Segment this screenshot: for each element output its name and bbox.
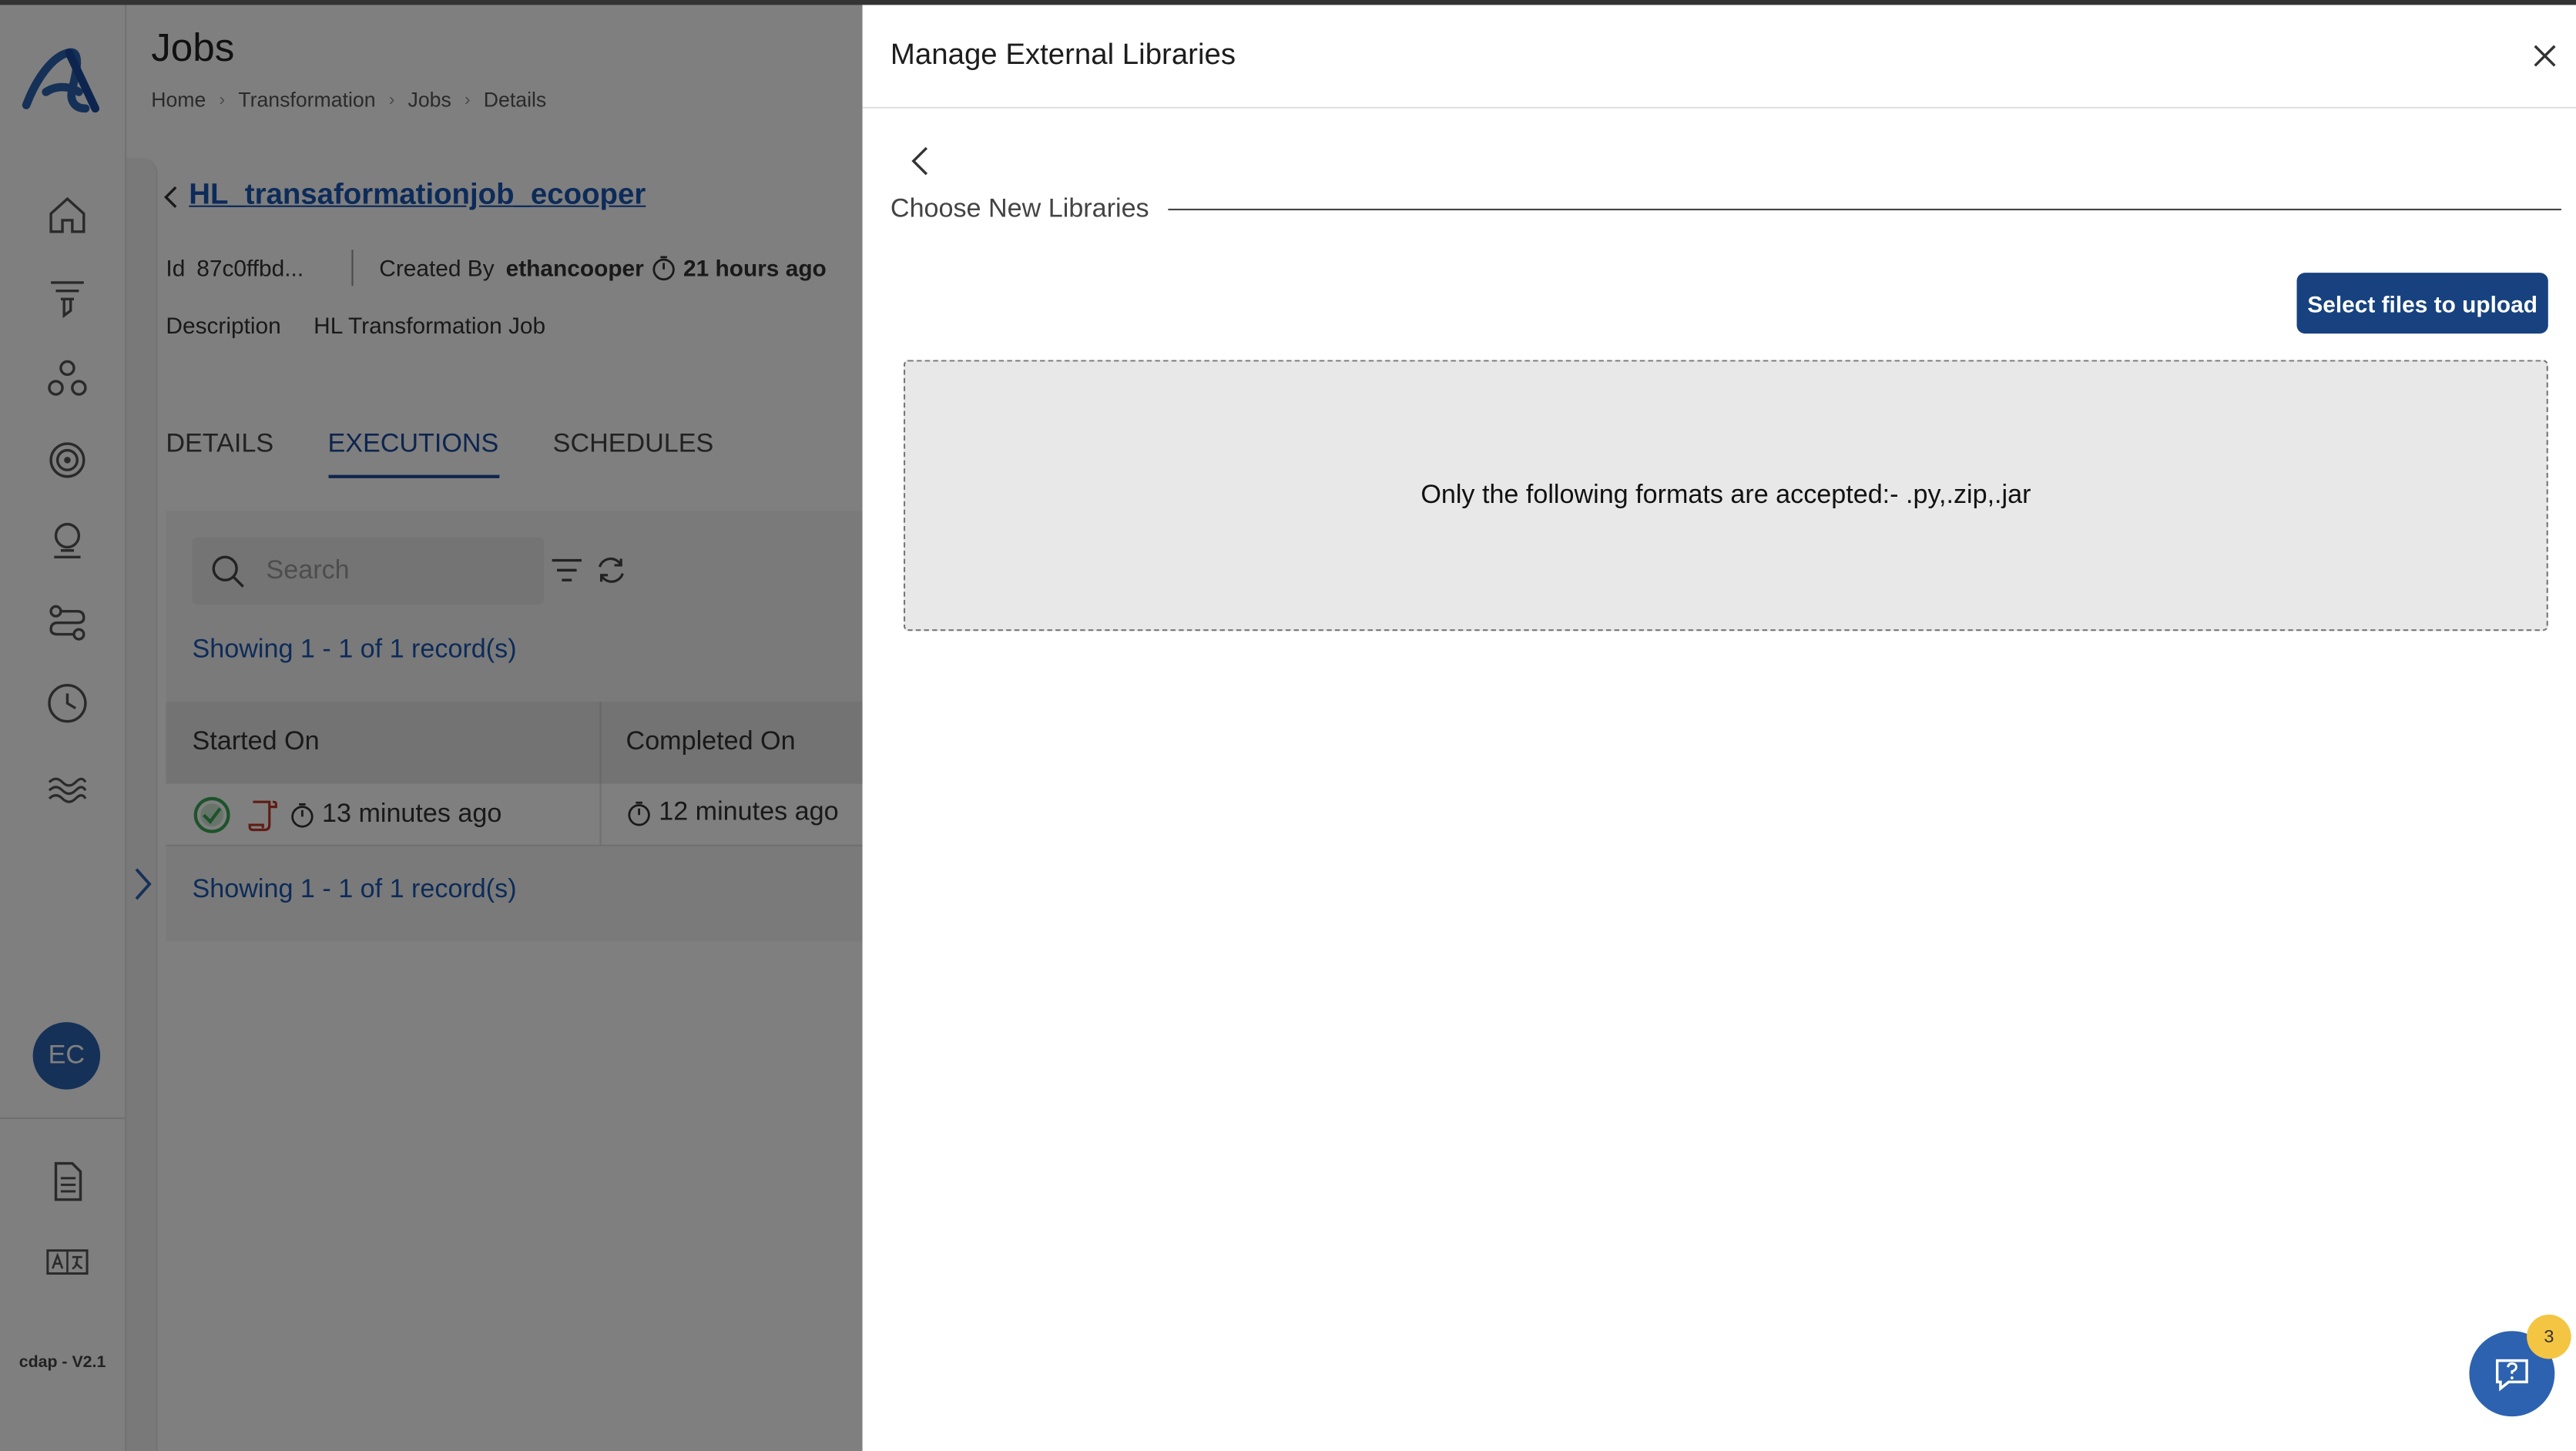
section-divider [1168, 208, 2561, 211]
modal-backdrop[interactable] [0, 0, 863, 1451]
file-dropzone[interactable]: Only the following formats are accepted:… [903, 360, 2548, 632]
window-top-border [0, 0, 2576, 5]
back-chevron-icon[interactable] [907, 143, 933, 179]
chat-question-icon [2495, 1359, 2528, 1392]
select-files-button[interactable]: Select files to upload [2296, 273, 2548, 334]
dropzone-text: Only the following formats are accepted:… [1420, 481, 2031, 509]
drawer-divider [862, 106, 2576, 109]
close-icon[interactable] [2528, 39, 2561, 72]
drawer-title: Manage External Libraries [890, 38, 1236, 71]
notification-badge: 3 [2527, 1314, 2571, 1359]
section-label: Choose New Libraries [890, 195, 1149, 224]
manage-libraries-drawer: Manage External Libraries Choose New Lib… [862, 0, 2576, 1451]
